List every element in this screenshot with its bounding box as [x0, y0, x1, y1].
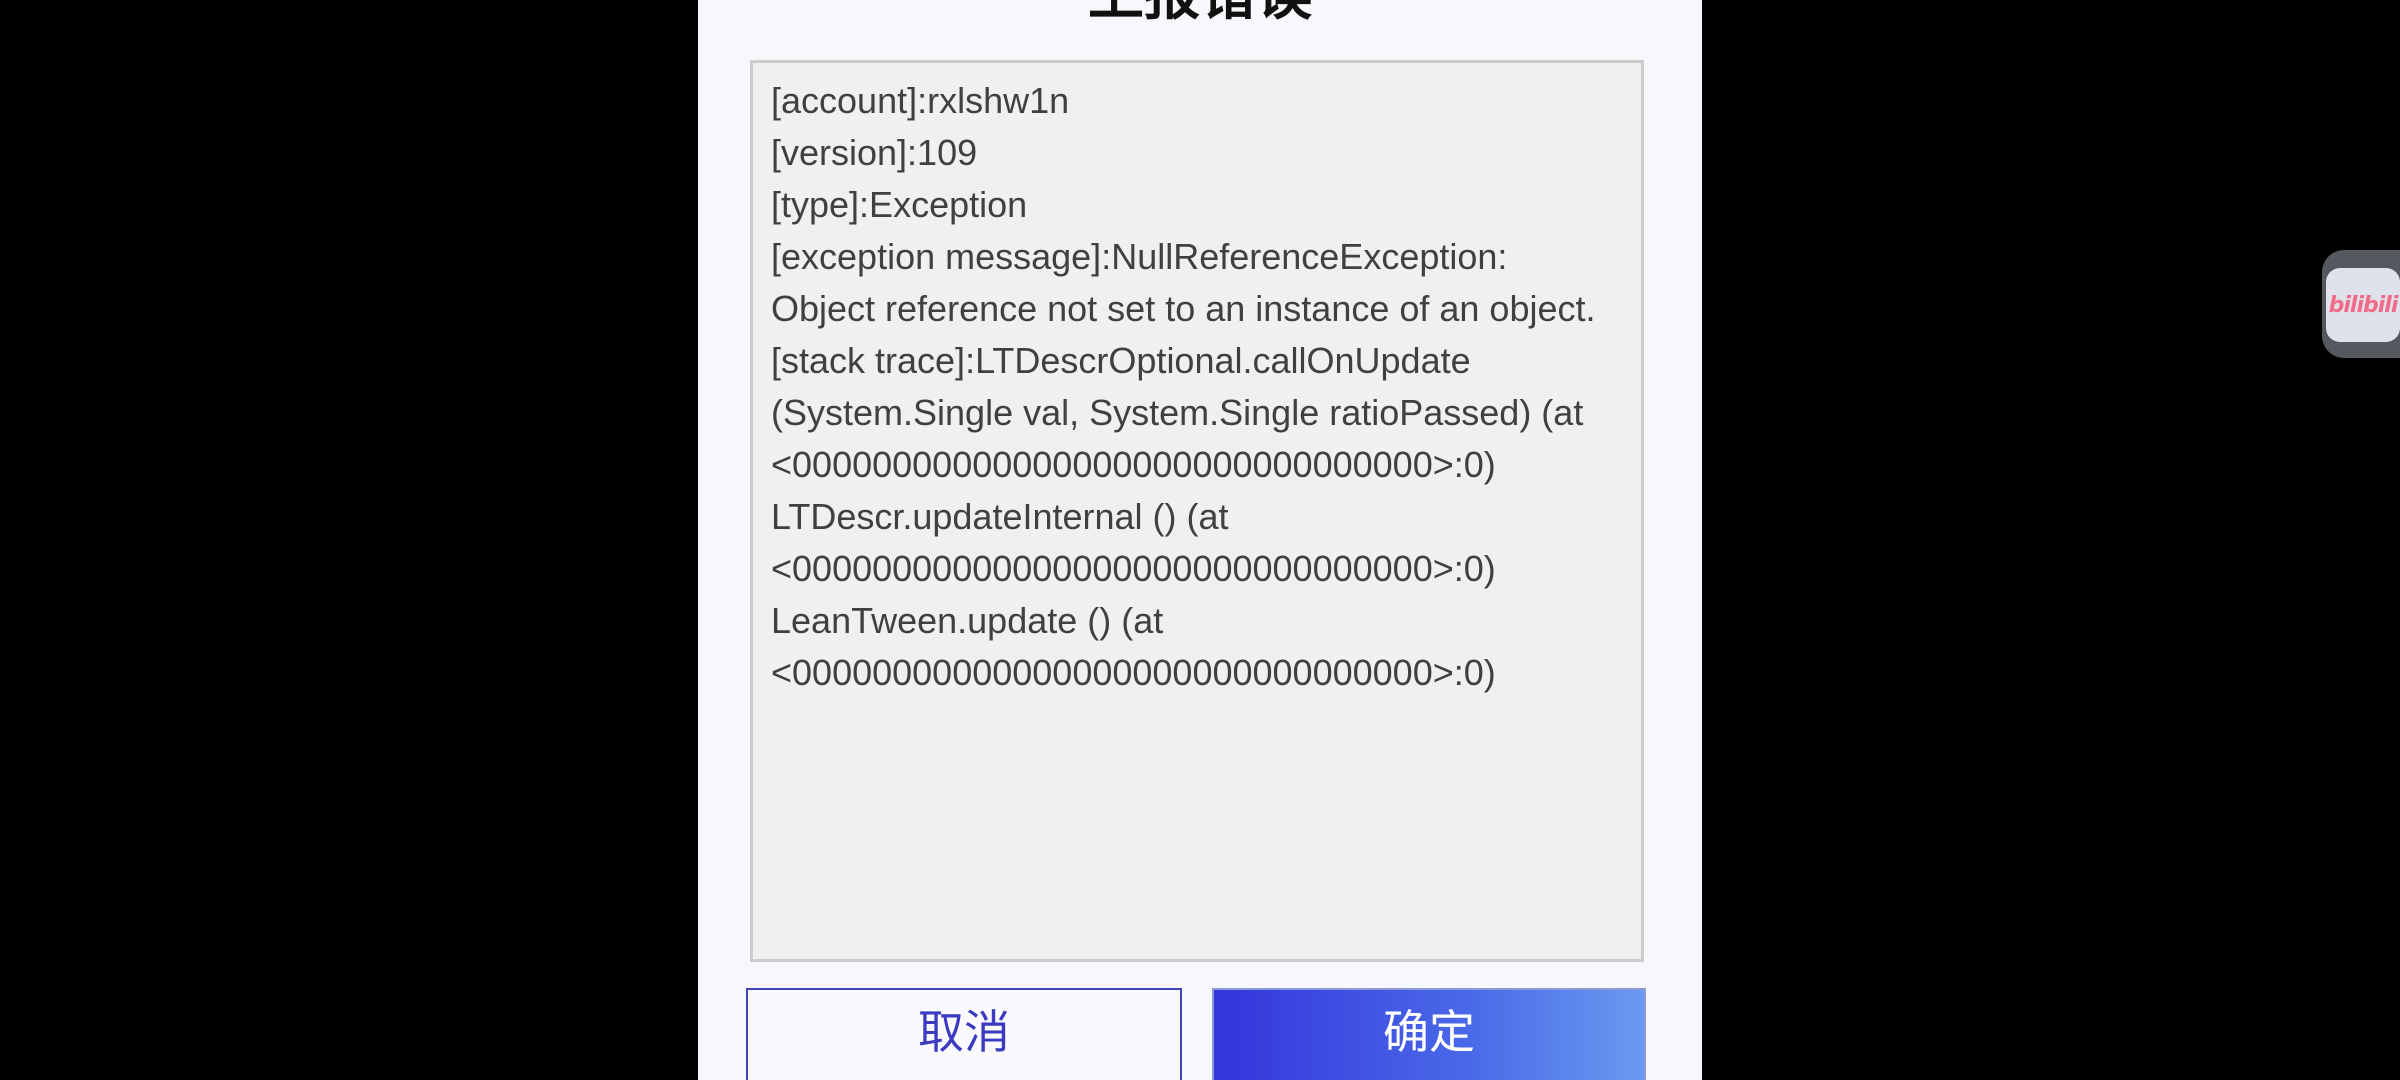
- log-line: LeanTween.update () (at: [771, 600, 1164, 641]
- error-report-dialog: 上报错误 [account]:rxlshw1n [version]:109 [t…: [698, 0, 1702, 1080]
- confirm-button[interactable]: 确定: [1212, 988, 1646, 1080]
- dialog-title: 上报错误: [698, 0, 1702, 26]
- log-line: (System.Single val, System.Single ratioP…: [771, 392, 1584, 433]
- log-line: [type]:Exception: [771, 184, 1028, 225]
- cancel-button[interactable]: 取消: [746, 988, 1182, 1080]
- error-log-textbox[interactable]: [account]:rxlshw1n [version]:109 [type]:…: [750, 60, 1644, 962]
- log-line: [version]:109: [771, 132, 978, 173]
- log-line: [stack trace]:LTDescrOptional.callOnUpda…: [771, 340, 1471, 381]
- screen: 上报错误 [account]:rxlshw1n [version]:109 [t…: [0, 0, 2400, 1080]
- log-line: <00000000000000000000000000000000>:0): [771, 548, 1496, 589]
- log-line: <00000000000000000000000000000000>:0): [771, 652, 1496, 693]
- log-line: Object reference not set to an instance …: [771, 288, 1596, 329]
- log-line: LTDescr.updateInternal () (at: [771, 496, 1229, 537]
- cancel-button-label: 取消: [918, 1005, 1010, 1059]
- bilibili-logo-icon: bilibili: [2326, 268, 2400, 342]
- confirm-button-label: 确定: [1383, 1005, 1475, 1059]
- log-line: <00000000000000000000000000000000>:0): [771, 444, 1496, 485]
- log-line: [exception message]:NullReferenceExcepti…: [771, 236, 1508, 277]
- log-line: [account]:rxlshw1n: [771, 80, 1070, 121]
- bilibili-floating-button[interactable]: bilibili: [2322, 250, 2400, 358]
- bilibili-logo-text: bilibili: [2328, 292, 2399, 318]
